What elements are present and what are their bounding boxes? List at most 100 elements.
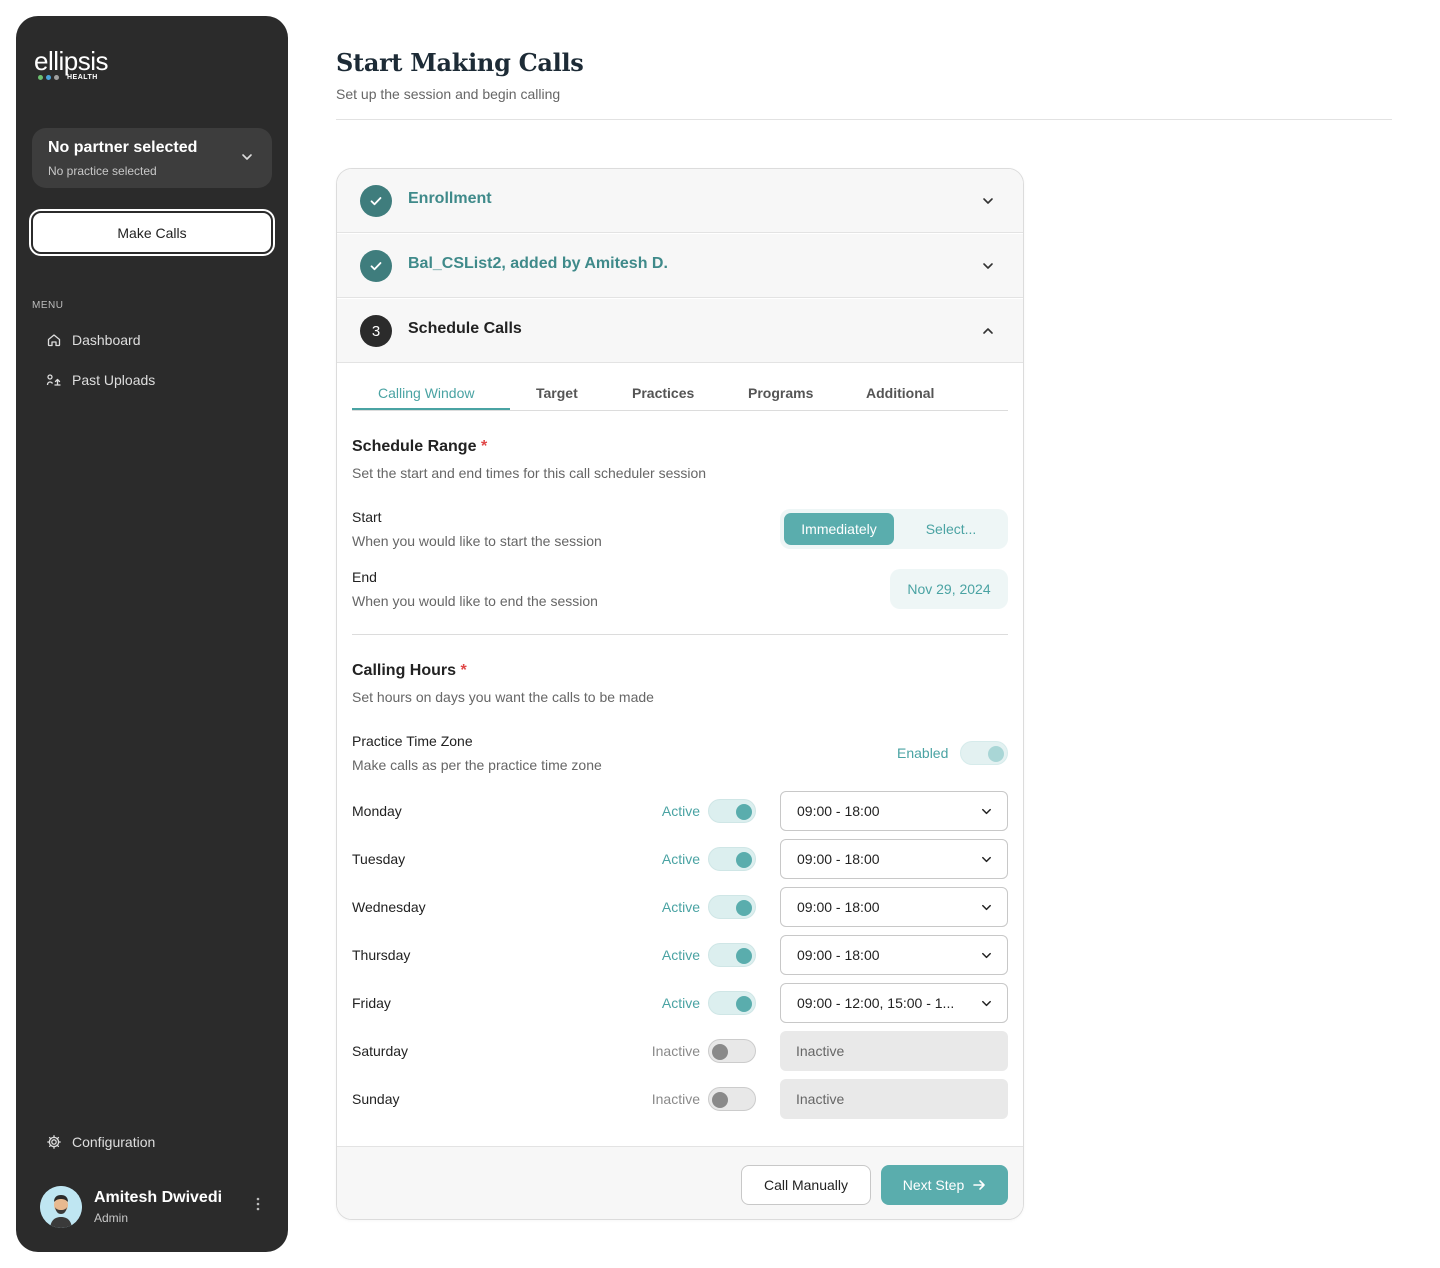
tab-programs[interactable]: Programs [748,385,813,401]
partner-selector[interactable]: No partner selected No practice selected [32,128,272,188]
end-label: End [352,569,377,585]
avatar-image [40,1186,82,1228]
start-select-option[interactable]: Select... [898,513,1004,545]
day-toggle[interactable] [708,1039,756,1063]
chevron-down-icon [242,154,252,160]
day-toggle[interactable] [708,799,756,823]
chevron-down-icon [983,198,993,204]
schedule-range-subtitle: Set the start and end times for this cal… [352,465,707,481]
logo-wordmark: ellipsis [34,46,109,76]
sidebar: ellipsis HEALTH No partner selected No p… [16,16,288,1252]
gear-icon [47,1135,61,1149]
configuration-label: Configuration [72,1134,156,1150]
step-number-badge: 3 [360,315,392,347]
make-calls-button[interactable]: Make Calls [31,211,273,254]
day-status: Active [661,803,700,819]
day-toggle[interactable] [708,991,756,1015]
hours-select-disabled: Inactive [780,1031,1008,1071]
step-enrollment[interactable]: Enrollment [337,169,1023,233]
hours-select[interactable]: 09:00 - 18:00 [780,791,1008,831]
hours-select[interactable]: 09:00 - 18:00 [780,887,1008,927]
start-immediately-option[interactable]: Immediately [784,513,894,545]
step-title: Enrollment [408,190,492,207]
day-status: Inactive [651,1043,700,1059]
hours-select[interactable]: 09:00 - 12:00, 15:00 - 1... [780,983,1008,1023]
call-manually-button[interactable]: Call Manually [741,1165,871,1205]
user-name: Amitesh Dwivedi [94,1189,223,1206]
logo-subtext: HEALTH [67,74,98,81]
day-status: Active [661,851,700,867]
day-label: Monday [352,803,402,819]
next-step-button[interactable]: Next Step [881,1165,1008,1205]
active-tab-indicator [352,408,510,410]
hours-select[interactable]: 09:00 - 18:00 [780,839,1008,879]
check-circle-icon [360,185,392,217]
page-subtitle: Set up the session and begin calling [336,86,561,102]
home-icon [47,334,61,347]
required-marker: * [480,438,488,455]
day-status: Active [661,995,700,1011]
step-schedule-calls[interactable]: 3 Schedule Calls [337,299,1023,363]
section-divider [352,634,1008,635]
practice-subtitle: No practice selected [48,164,157,178]
step-list[interactable]: Bal_CSList2, added by Amitesh D. [337,234,1023,298]
chevron-down-icon [982,856,991,863]
day-toggle[interactable] [708,895,756,919]
sidebar-item-label: Past Uploads [72,372,156,388]
start-subtitle: When you would like to start the session [352,533,602,549]
day-label: Thursday [352,947,411,963]
tab-target[interactable]: Target [536,385,578,401]
hours-select-disabled: Inactive [780,1079,1008,1119]
timezone-subtitle: Make calls as per the practice time zone [352,757,602,773]
tab-additional[interactable]: Additional [866,385,934,401]
chevron-down-icon [982,904,991,911]
chevron-down-icon [982,808,991,815]
day-label: Sunday [352,1091,400,1107]
next-step-label: Next Step [902,1177,965,1193]
more-vertical-icon[interactable] [250,1194,266,1214]
day-toggle[interactable] [708,943,756,967]
day-status: Active [661,899,700,915]
timezone-toggle[interactable] [960,741,1008,765]
sidebar-item-label: Dashboard [72,332,141,348]
card-footer: Call Manually Next Step [337,1146,1023,1219]
chevron-down-icon [983,263,993,269]
start-mode-toggle: Immediately Select... [780,509,1008,549]
required-marker: * [460,662,467,679]
day-status: Active [661,947,700,963]
end-subtitle: When you would like to end the session [352,593,598,609]
start-label: Start [352,509,382,525]
schedule-range-title: Schedule Range * [352,438,488,455]
session-setup-card: Enrollment Bal_CSList2, added by Amitesh… [336,168,1024,1220]
menu-label: MENU [32,300,64,311]
timezone-status: Enabled [897,745,949,761]
tab-practices[interactable]: Practices [632,385,694,401]
step-title: Bal_CSList2, added by Amitesh D. [408,255,668,272]
day-label: Tuesday [352,851,406,867]
day-label: Friday [352,995,391,1011]
user-role: Admin [94,1211,129,1225]
user-profile: Amitesh Dwivedi Admin [40,1184,272,1232]
step-title: Schedule Calls [408,320,522,337]
partner-title: No partner selected [48,139,198,156]
day-label: Wednesday [352,899,426,915]
sidebar-item-past-uploads[interactable]: Past Uploads [46,368,155,392]
chevron-up-icon [983,328,993,334]
sidebar-item-configuration[interactable]: Configuration [46,1130,155,1154]
hours-select[interactable]: 09:00 - 18:00 [780,935,1008,975]
chevron-down-icon [982,1000,991,1007]
arrow-right-icon [973,1180,986,1190]
day-status: Inactive [651,1091,700,1107]
day-toggle[interactable] [708,1087,756,1111]
calling-hours-title: Calling Hours * [352,662,467,679]
tab-calling-window[interactable]: Calling Window [378,385,474,401]
sidebar-item-dashboard[interactable]: Dashboard [46,328,141,352]
avatar[interactable] [40,1186,82,1228]
tab-bar: Calling Window Target Practices Programs… [352,375,1008,411]
ellipsis-logo[interactable]: ellipsis HEALTH [34,46,124,86]
end-date-picker[interactable]: Nov 29, 2024 [890,569,1008,609]
chevron-down-icon [982,952,991,959]
day-label: Saturday [352,1043,409,1059]
logo-dots [38,75,59,80]
day-toggle[interactable] [708,847,756,871]
